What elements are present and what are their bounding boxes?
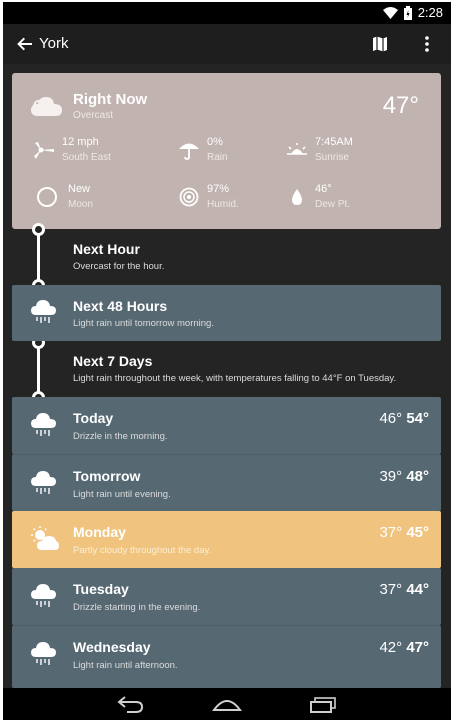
high-temp: 44° <box>406 581 429 598</box>
next-hour-row[interactable]: Next Hour Overcast for the hour. <box>12 230 441 284</box>
next-48-hours-title: Next 48 Hours <box>73 298 168 314</box>
moon-phase: New <box>68 183 91 195</box>
day-name: Wednesday <box>73 639 151 655</box>
wind-direction: South East <box>62 152 111 163</box>
device-screen: 2:28 York Right Now Overcast 47° 12 mph … <box>3 2 451 720</box>
day-name: Tuesday <box>73 581 129 597</box>
app-bar: York <box>3 24 451 64</box>
next-7-days-summary: Light rain throughout the week, with tem… <box>73 373 397 384</box>
current-temperature: 47° <box>382 92 419 119</box>
low-temp: 46° <box>379 410 403 427</box>
wind-icon <box>34 142 54 159</box>
day-summary: Drizzle in the morning. <box>73 431 168 442</box>
sunrise-icon <box>287 143 307 155</box>
rain-cloud-icon <box>31 471 56 494</box>
low-temp: 37° <box>379 581 403 598</box>
next-7-days-title: Next 7 Days <box>73 353 153 369</box>
day-row-tomorrow[interactable]: Tomorrow Light rain until evening. 39° 4… <box>12 454 441 511</box>
low-temp: 37° <box>379 524 403 541</box>
forecast-content: Right Now Overcast 47° 12 mph South East… <box>3 64 451 688</box>
next-48-hours-row[interactable]: Next 48 Hours Light rain until tomorrow … <box>12 285 441 341</box>
day-name: Monday <box>73 524 126 540</box>
day-row-monday[interactable]: Monday Partly cloudy throughout the day.… <box>12 511 441 568</box>
high-temp: 48° <box>406 468 429 485</box>
sunrise-time: 7:45AM <box>315 136 353 148</box>
day-name: Today <box>73 410 114 426</box>
cloud-icon <box>31 97 62 116</box>
wifi-icon <box>382 6 398 19</box>
day-name: Tomorrow <box>73 468 141 484</box>
battery-icon <box>403 5 412 20</box>
partly-cloudy-icon <box>31 526 59 550</box>
umbrella-icon <box>179 143 199 160</box>
day-temperature-range: 37° 45° <box>379 524 429 541</box>
humidity-icon <box>179 187 199 207</box>
back-arrow-icon[interactable] <box>15 34 35 54</box>
rain-label: Rain <box>207 152 228 163</box>
drop-icon <box>292 189 302 205</box>
moon-label: Moon <box>68 199 94 210</box>
rain-cloud-icon <box>31 642 56 665</box>
location-title: York <box>39 35 69 52</box>
wind-speed: 12 mph <box>62 136 99 148</box>
dew-point-label: Dew Pt. <box>315 199 351 210</box>
high-temp: 47° <box>406 639 429 656</box>
map-icon[interactable] <box>370 34 390 54</box>
next-hour-title: Next Hour <box>73 241 140 257</box>
day-temperature-range: 39° 48° <box>379 468 429 485</box>
next-hour-summary: Overcast for the hour. <box>73 261 165 272</box>
status-bar: 2:28 <box>3 2 451 24</box>
day-row-today[interactable]: Today Drizzle in the morning. 46° 54° <box>12 397 441 454</box>
high-temp: 54° <box>406 410 429 427</box>
moon-icon <box>37 187 57 207</box>
humidity-label: Humid. <box>207 199 239 210</box>
nav-recents-icon[interactable] <box>309 697 337 713</box>
navigation-bar <box>3 688 451 720</box>
day-row-tuesday[interactable]: Tuesday Drizzle starting in the evening.… <box>12 568 441 625</box>
day-summary: Drizzle starting in the evening. <box>73 602 201 613</box>
right-now-card[interactable]: Right Now Overcast 47° 12 mph South East… <box>12 73 441 229</box>
day-temperature-range: 37° 44° <box>379 581 429 598</box>
day-summary: Light rain until afternoon. <box>73 660 178 671</box>
next-7-days-row[interactable]: Next 7 Days Light rain throughout the we… <box>12 342 441 396</box>
next-48-hours-summary: Light rain until tomorrow morning. <box>73 318 214 329</box>
rain-cloud-icon <box>31 413 56 436</box>
nav-home-icon[interactable] <box>212 696 242 712</box>
sunrise-label: Sunrise <box>315 152 349 163</box>
right-now-title: Right Now <box>73 91 148 108</box>
clock: 2:28 <box>417 5 443 20</box>
dew-point-value: 46° <box>315 183 332 195</box>
humidity-value: 97% <box>207 183 230 195</box>
low-temp: 42° <box>379 639 403 656</box>
low-temp: 39° <box>379 468 403 485</box>
high-temp: 45° <box>406 524 429 541</box>
rain-cloud-icon <box>31 300 56 323</box>
rain-chance: 0% <box>207 136 223 148</box>
day-temperature-range: 46° 54° <box>379 410 429 427</box>
right-now-summary: Overcast <box>73 110 114 121</box>
day-row-wednesday[interactable]: Wednesday Light rain until afternoon. 42… <box>12 625 441 688</box>
nav-back-icon[interactable] <box>117 695 145 713</box>
day-summary: Partly cloudy throughout the day. <box>73 545 212 556</box>
day-temperature-range: 42° 47° <box>379 639 429 656</box>
day-summary: Light rain until evening. <box>73 489 171 500</box>
more-options-icon[interactable] <box>419 34 435 54</box>
rain-cloud-icon <box>31 584 56 607</box>
